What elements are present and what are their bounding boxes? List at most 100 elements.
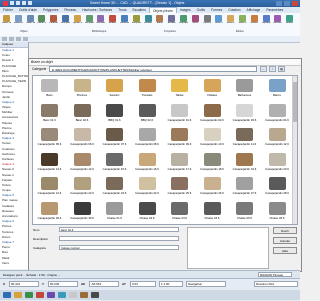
ribbon-button[interactable]: Editer: [155, 15, 164, 28]
ribbon-button[interactable]: Paramétrage: [49, 15, 58, 28]
layer-row[interactable]: Verre: [0, 261, 28, 266]
save-doc-icon[interactable]: [16, 37, 21, 41]
object-item[interactable]: Canapé/jardin 02.6: [196, 102, 229, 124]
object-item[interactable]: Canapé/jardin 27.6: [228, 175, 261, 197]
description-field[interactable]: [59, 236, 179, 241]
object-item[interactable]: Canapé/jardin 18.6: [196, 151, 229, 173]
object-item[interactable]: Canapé/jardin 11.6: [228, 126, 261, 148]
object-item[interactable]: Canapé/jardin 17.6: [163, 151, 196, 173]
cancel-button[interactable]: Annuler: [273, 237, 297, 244]
ribbon-button[interactable]: Sélection objet: [14, 15, 23, 28]
close-button[interactable]: [292, 1, 298, 6]
layers-icon[interactable]: [23, 37, 28, 41]
object-item[interactable]: Banc 02.6: [66, 102, 99, 124]
taskbar-app-icon[interactable]: [3, 292, 11, 298]
y-coordinate[interactable]: 50.045: [48, 281, 78, 287]
object-item[interactable]: Canapé/jardin 30.6: [66, 200, 99, 222]
taskbar-app-icon[interactable]: [80, 292, 88, 298]
ribbon-button[interactable]: Extraire: [167, 15, 176, 28]
object-item[interactable]: Canapé/jardin 15.6: [98, 151, 131, 173]
x-coordinate[interactable]: 50.441: [9, 281, 39, 287]
app-icon[interactable]: [3, 1, 8, 6]
ribbon-button[interactable]: Options: [203, 15, 212, 28]
navigation-select[interactable]: Navigation: [186, 281, 226, 287]
object-item[interactable]: Canapé/jardin 01.6: [163, 102, 196, 124]
object-item[interactable]: Canapé/jardin 21.6: [33, 175, 66, 197]
taskbar-app-icon[interactable]: [25, 292, 33, 298]
object-item[interactable]: Tables: [163, 77, 196, 99]
object-item[interactable]: Bacs: [33, 77, 66, 99]
scale-select[interactable]: 1:1.00: [159, 281, 183, 287]
ribbon-button[interactable]: Placer objet bibliothèque: [2, 15, 11, 28]
object-item[interactable]: Canapé/jardin 03.6: [228, 102, 261, 124]
ribbon-button[interactable]: Gérer: [191, 15, 200, 28]
object-item[interactable]: Canapé/jardin 05.6: [33, 126, 66, 148]
dialog-close-icon[interactable]: ×: [31, 59, 299, 64]
dx-coordinate[interactable]: -52.651: [89, 281, 119, 287]
taskbar-app-icon[interactable]: [69, 292, 77, 298]
object-item[interactable]: Chaise 03.6: [163, 200, 196, 222]
object-item[interactable]: Canapé/jardin 23.6: [98, 175, 131, 197]
object-item[interactable]: Canapé/jardin 28.6: [261, 175, 294, 197]
object-item[interactable]: Canapé/jardin 06.6: [66, 126, 99, 148]
ribbon-button[interactable]: Placer sur la murs: [37, 15, 46, 28]
up-folder-button[interactable]: ↑: [269, 66, 276, 72]
ribbon-button[interactable]: Effacer: [108, 15, 117, 28]
new-doc-icon[interactable]: [2, 37, 7, 41]
ribbon-button[interactable]: Refaire: [250, 15, 259, 28]
object-item[interactable]: Transats: [131, 77, 164, 99]
scrollbar-thumb[interactable]: [293, 82, 297, 122]
taskbar-app-icon[interactable]: [91, 292, 99, 298]
dy-coordinate[interactable]: 0.03: [130, 281, 156, 287]
object-item[interactable]: Canapé/jardin 14.6: [66, 151, 99, 173]
taskbar-app-icon[interactable]: [47, 292, 55, 298]
draw-mode-select[interactable]: Dessiner libre: [254, 281, 298, 287]
object-item[interactable]: Canapé/jardin 20.6: [261, 151, 294, 173]
redo-icon[interactable]: [22, 1, 26, 5]
object-item[interactable]: Sauvinc: [98, 77, 131, 99]
object-item[interactable]: Canapé/jardin 25.6: [163, 175, 196, 197]
object-item[interactable]: Bancs: [261, 77, 294, 99]
taskbar-app-icon[interactable]: [14, 292, 22, 298]
ribbon-button[interactable]: Biblio 3: [238, 15, 247, 28]
object-item[interactable]: Canapé/jardin 13.6: [33, 151, 66, 173]
print-icon[interactable]: [28, 1, 32, 5]
ribbon-button[interactable]: Ajouter bibliothèque: [73, 15, 82, 28]
object-item[interactable]: Chaises: [196, 77, 229, 99]
ribbon-button[interactable]: Placer sur la murs: [26, 15, 35, 28]
object-item[interactable]: Canapé/jardin 16.6: [131, 151, 164, 173]
path-combobox[interactable]: D:\MES DOCUMENTS\ARCADIA\TYPE\PLANQUETTE…: [49, 66, 257, 72]
object-item[interactable]: BBQ 01.6: [98, 102, 131, 124]
object-item[interactable]: Canapé/jardin 10.6: [196, 126, 229, 148]
ribbon-button[interactable]: Biblio 2: [226, 15, 235, 28]
object-item[interactable]: Canapé/jardin 08.6: [131, 126, 164, 148]
object-item[interactable]: Barbecues: [228, 77, 261, 99]
ribbon-button[interactable]: Biblio 1: [214, 15, 223, 28]
object-item[interactable]: Canapé/jardin 07.6: [98, 126, 131, 148]
object-item[interactable]: Canapé/jardin 22.6: [66, 175, 99, 197]
back-button[interactable]: ←: [260, 66, 267, 72]
ribbon-button[interactable]: Remplacer: [132, 15, 141, 28]
taskbar-app-icon[interactable]: [58, 292, 66, 298]
ribbon-button[interactable]: Recherche: [273, 15, 282, 28]
object-item[interactable]: Chaise 02.6: [131, 200, 164, 222]
maximize-button[interactable]: [284, 1, 290, 6]
object-item[interactable]: Canapé/jardin 04.6: [261, 102, 294, 124]
name-field[interactable]: banc 01.6: [59, 227, 179, 232]
object-item[interactable]: Canapé/jardin 26.6: [196, 175, 229, 197]
save-icon[interactable]: [10, 1, 14, 5]
object-item[interactable]: Canapé/jardin 29.6: [33, 200, 66, 222]
ribbon-button[interactable]: Nouveau: [96, 15, 105, 28]
object-item[interactable]: Chaise 04.6: [196, 200, 229, 222]
taskbar-app-icon[interactable]: [36, 292, 44, 298]
ribbon-button[interactable]: Remplacer objet: [61, 15, 70, 28]
object-item[interactable]: Canapé/jardin 24.6: [131, 175, 164, 197]
ribbon-button[interactable]: Remplacer: [85, 15, 94, 28]
object-item[interactable]: Banc 01.6: [33, 102, 66, 124]
ribbon-button[interactable]: Paramétrage bibliothèque: [120, 15, 129, 28]
ribbon-button[interactable]: Effacer: [285, 15, 294, 28]
open-doc-icon[interactable]: [9, 37, 14, 41]
object-item[interactable]: Chaise 06.6: [261, 200, 294, 222]
object-item[interactable]: Piscines: [66, 77, 99, 99]
undo-icon[interactable]: [16, 1, 20, 5]
